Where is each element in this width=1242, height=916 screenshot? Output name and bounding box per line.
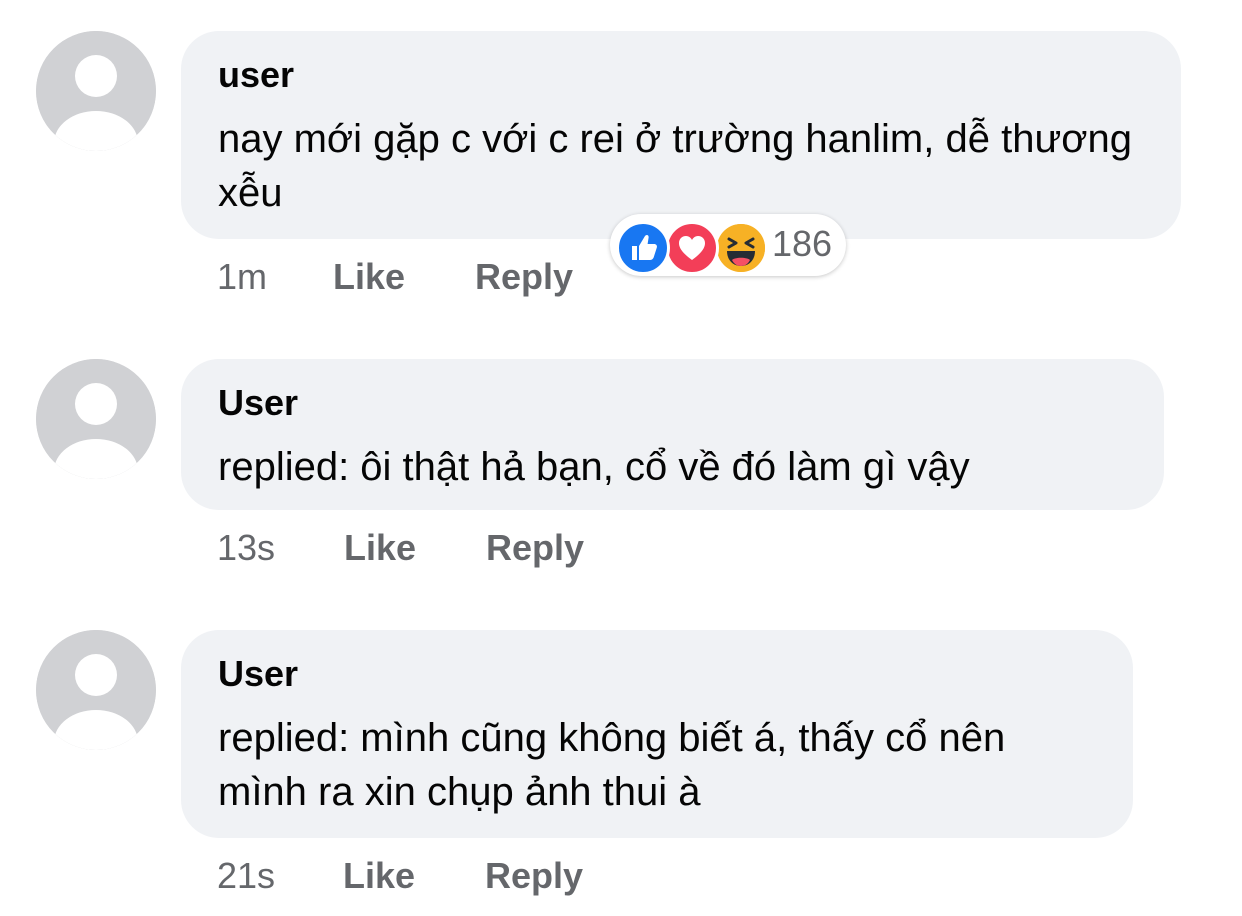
avatar[interactable]: [36, 630, 156, 750]
default-avatar-icon: [36, 31, 156, 151]
comment-author[interactable]: user: [218, 55, 1145, 95]
reply-button[interactable]: Reply: [475, 257, 573, 297]
comment-timestamp[interactable]: 13s: [217, 528, 334, 568]
like-icon: [616, 221, 670, 275]
comment-actions: 1m Like Reply: [217, 257, 573, 297]
like-button[interactable]: Like: [343, 856, 475, 896]
reply-button[interactable]: Reply: [486, 528, 584, 568]
comment-text: nay mới gặp c với c rei ở trường hanlim,…: [218, 117, 1132, 215]
like-button[interactable]: Like: [333, 257, 465, 297]
reaction-count: 186: [772, 223, 833, 264]
comment-actions: 13s Like Reply: [217, 528, 584, 568]
comment-author[interactable]: User: [218, 383, 1128, 423]
reaction-summary[interactable]: 186: [610, 214, 846, 276]
comment-text: replied: mình cũng không biết á, thấy cổ…: [218, 716, 1006, 814]
comment-timestamp[interactable]: 1m: [217, 257, 323, 297]
comment-bubble[interactable]: user nay mới gặp c với c rei ở trường ha…: [181, 31, 1181, 239]
like-button[interactable]: Like: [344, 528, 476, 568]
comment-bubble[interactable]: User replied: ôi thật hả bạn, cổ về đó l…: [181, 359, 1164, 510]
reply-button[interactable]: Reply: [485, 856, 583, 896]
comment-text: replied: ôi thật hả bạn, cổ về đó làm gì…: [218, 445, 970, 489]
haha-icon: [714, 221, 768, 275]
comment-timestamp[interactable]: 21s: [217, 856, 333, 896]
comment-bubble[interactable]: User replied: mình cũng không biết á, th…: [181, 630, 1133, 838]
avatar[interactable]: [36, 31, 156, 151]
comment-actions: 21s Like Reply: [217, 856, 583, 896]
default-avatar-icon: [36, 630, 156, 750]
comment-author[interactable]: User: [218, 654, 1097, 694]
default-avatar-icon: [36, 359, 156, 479]
avatar[interactable]: [36, 359, 156, 479]
love-icon: [665, 221, 719, 275]
